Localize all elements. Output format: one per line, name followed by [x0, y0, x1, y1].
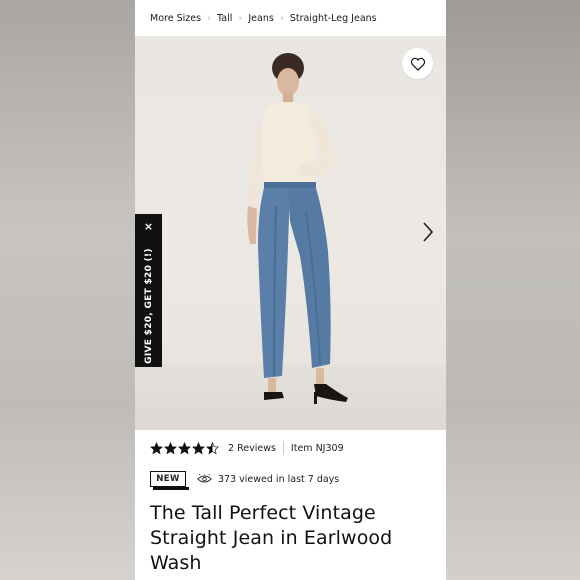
star-icon [164, 441, 177, 454]
background-left [0, 0, 135, 580]
close-icon[interactable]: × [135, 220, 162, 233]
wishlist-button[interactable] [402, 48, 433, 79]
next-image-button[interactable] [418, 220, 438, 244]
star-icon [192, 441, 205, 454]
star-icon [178, 441, 191, 454]
background-right [446, 0, 580, 580]
breadcrumb: More Sizes › Tall › Jeans › Straight-Leg… [135, 0, 446, 36]
divider [282, 441, 284, 455]
eye-icon [197, 474, 212, 483]
model-figure [247, 53, 348, 404]
heart-icon [410, 57, 425, 71]
chevron-right-icon: › [238, 12, 243, 24]
rating-row: 2 Reviews Item NJ309 [150, 440, 344, 456]
product-image[interactable]: × GIVE $20, GET $20 (!) [135, 36, 446, 430]
chevron-right-icon: › [279, 12, 284, 24]
promo-label: GIVE $20, GET $20 (!) [143, 248, 154, 364]
star-icon [206, 441, 219, 454]
product-title: The Tall Perfect Vintage Straight Jean i… [150, 502, 393, 574]
breadcrumb-more-sizes[interactable]: More Sizes [150, 13, 201, 24]
breadcrumb-jeans[interactable]: Jeans [248, 13, 273, 24]
new-badge: NEW [150, 471, 189, 490]
reviews-link[interactable]: 2 Reviews [228, 443, 276, 454]
view-count: 373 viewed in last 7 days [218, 473, 340, 485]
chevron-right-icon: › [207, 12, 212, 24]
product-page: More Sizes › Tall › Jeans › Straight-Leg… [135, 0, 446, 580]
badge-row: NEW 373 viewed in last 7 days [150, 469, 340, 490]
referral-promo-tab[interactable]: × GIVE $20, GET $20 (!) [135, 214, 162, 367]
star-rating[interactable] [150, 441, 219, 455]
breadcrumb-tall[interactable]: Tall [217, 13, 232, 24]
breadcrumb-straight-leg-jeans[interactable]: Straight-Leg Jeans [290, 13, 377, 24]
chevron-right-icon [423, 222, 434, 242]
item-number: Item NJ309 [290, 442, 344, 454]
star-icon [150, 441, 163, 454]
